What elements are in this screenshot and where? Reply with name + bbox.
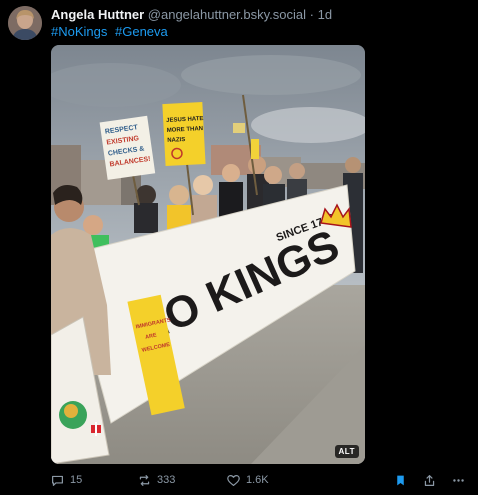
share-icon bbox=[424, 474, 435, 486]
repost-icon bbox=[139, 474, 150, 486]
post-card: Angela Huttner @angelahuttner.bsky.socia… bbox=[0, 0, 478, 495]
heart-icon bbox=[227, 474, 240, 486]
share-button[interactable] bbox=[423, 472, 442, 488]
separator-dot: · bbox=[309, 7, 314, 22]
reply-count: 15 bbox=[70, 474, 83, 486]
protest-photo: RESPECT EXISTING CHECKS & BALANCES! JESU… bbox=[51, 45, 365, 464]
sign-yellow-line-3: NAZIS bbox=[167, 137, 185, 144]
post-timestamp[interactable]: 1d bbox=[318, 7, 332, 22]
author-name[interactable]: Angela Huttner bbox=[51, 7, 144, 22]
post-image[interactable]: RESPECT EXISTING CHECKS & BALANCES! JESU… bbox=[51, 45, 365, 464]
more-dots-icon bbox=[453, 478, 464, 482]
avatar-image bbox=[8, 6, 42, 40]
bookmark-icon bbox=[397, 475, 404, 485]
more-options-button[interactable] bbox=[452, 472, 471, 488]
avatar[interactable] bbox=[8, 6, 42, 40]
hashtag-nokings[interactable]: #NoKings bbox=[51, 24, 107, 39]
hashtag-list: #NoKings #Geneva bbox=[51, 23, 172, 40]
author-handle[interactable]: @angelahuttner.bsky.social bbox=[148, 7, 306, 22]
action-bar: 15 333 1.6K bbox=[51, 472, 471, 488]
hashtag-geneva[interactable]: #Geneva bbox=[115, 24, 168, 39]
repost-count: 333 bbox=[157, 474, 176, 486]
repost-button[interactable]: 333 bbox=[138, 472, 175, 488]
alt-text-badge[interactable]: ALT bbox=[334, 445, 359, 458]
like-button[interactable]: 1.6K bbox=[227, 472, 269, 488]
reply-icon bbox=[52, 475, 63, 486]
reply-button[interactable]: 15 bbox=[51, 472, 82, 488]
like-count: 1.6K bbox=[246, 474, 269, 486]
bookmark-button[interactable] bbox=[394, 472, 413, 488]
post-header: Angela Huttner @angelahuttner.bsky.socia… bbox=[51, 6, 332, 23]
